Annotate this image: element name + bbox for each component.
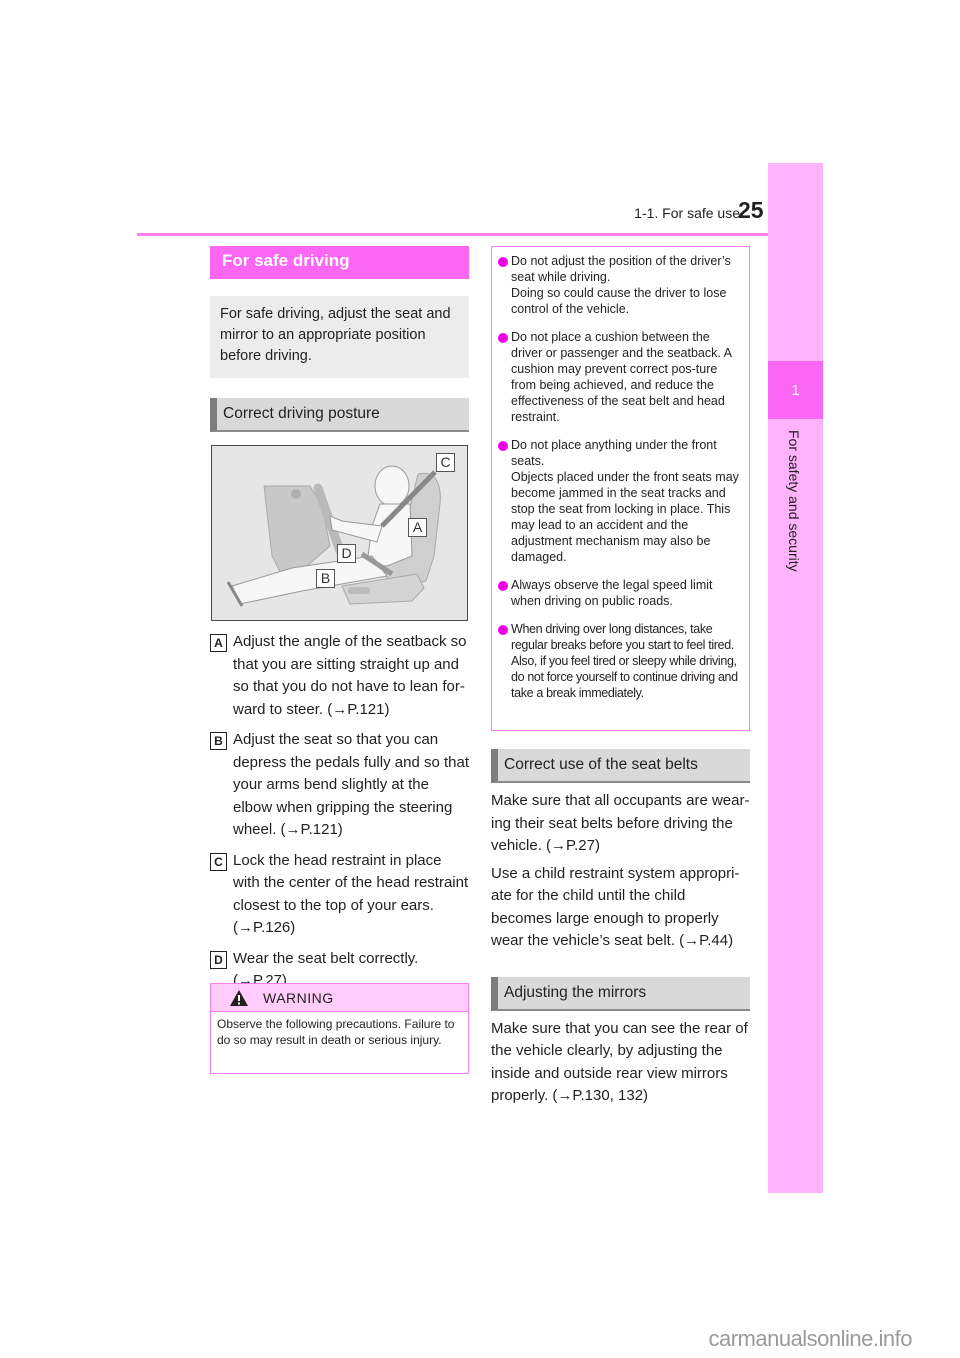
bullet-text: Do not place anything under the front se… xyxy=(511,438,739,564)
header-rule xyxy=(137,233,768,236)
chapter-number[interactable]: 1 xyxy=(768,361,823,419)
item-text: Lock the head restraint in place with th… xyxy=(233,851,469,937)
item-text: Adjust the angle of the seatback so that… xyxy=(233,633,467,718)
section-heading: For safe driving xyxy=(210,246,469,279)
warning-header: WARNING xyxy=(211,984,468,1012)
warning-body: Observe the following precautions. Failu… xyxy=(217,1017,455,1047)
left-column: For safe driving For safe driving, adjus… xyxy=(210,246,469,1001)
list-item: B Adjust the seat so that you can depres… xyxy=(210,729,469,842)
chapter-label[interactable]: For safety and security xyxy=(786,430,802,572)
warning-continued-box: Do not adjust the position of the driver… xyxy=(491,246,750,731)
warning-box: WARNING Observe the following precaution… xyxy=(210,983,469,1074)
list-item: A Adjust the angle of the seatback so th… xyxy=(210,631,469,721)
item-letter-c: C xyxy=(210,852,227,871)
bullet-text: Do not place a cushion between the drive… xyxy=(511,330,732,424)
item-letter-d: D xyxy=(210,950,227,969)
figure-label-d: D xyxy=(337,544,356,563)
chapter-side-tab[interactable] xyxy=(768,163,823,1193)
bullet-dot-icon xyxy=(498,257,508,267)
bullet-dot-icon xyxy=(498,441,508,451)
warning-triangle-icon xyxy=(230,989,248,1006)
item-text: Adjust the seat so that you can depress … xyxy=(233,731,469,838)
warning-bullet: Always observe the legal speed limit whe… xyxy=(498,577,741,609)
figure-label-c: C xyxy=(436,453,455,472)
dash-knob xyxy=(291,489,301,499)
item-letter-b: B xyxy=(210,732,227,750)
item-letter-a: A xyxy=(210,634,227,652)
warning-bullet: Do not adjust the position of the driver… xyxy=(498,253,741,317)
bullet-dot-icon xyxy=(498,581,508,591)
driving-posture-illustration: C A D B xyxy=(211,445,468,621)
warning-bullet: When driving over long distances, take r… xyxy=(498,621,741,701)
bullet-dot-icon xyxy=(498,625,508,635)
subheading-mirrors: Adjusting the mirrors xyxy=(491,976,750,1011)
subheading-driving-posture: Correct driving posture xyxy=(210,398,469,432)
seat-switch xyxy=(348,587,370,594)
intro-text: For safe driving, adjust the seat and mi… xyxy=(210,296,469,378)
child-restraint-paragraph: Use a child restraint system appropri-at… xyxy=(491,864,740,950)
figure-label-a: A xyxy=(408,518,427,537)
driver-head xyxy=(374,465,410,507)
right-column: Do not adjust the position of the driver… xyxy=(491,246,750,1108)
posture-list: A Adjust the angle of the seatback so th… xyxy=(210,631,469,993)
bullet-text: Always observe the legal speed limit whe… xyxy=(511,578,713,608)
warning-bullet: Do not place anything under the front se… xyxy=(498,437,741,565)
section-title: 1-1. For safe use xyxy=(634,205,740,221)
warning-title: WARNING xyxy=(263,989,334,1006)
bullet-text: When driving over long distances, take r… xyxy=(511,622,738,700)
figure-label-b: B xyxy=(316,569,335,588)
bullet-text: Do not adjust the position of the driver… xyxy=(511,254,731,316)
seatbelt-paragraph: Make sure that all occupants are wear-in… xyxy=(491,792,750,854)
list-item: C Lock the head restraint in place with … xyxy=(210,850,469,940)
warning-bullet: Do not place a cushion between the drive… xyxy=(498,329,741,425)
watermark: carmanualsonline.info xyxy=(708,1326,912,1351)
mirrors-paragraph: Make sure that you can see the rear of t… xyxy=(491,1019,748,1105)
page-number: 25 xyxy=(738,197,764,223)
bullet-dot-icon xyxy=(498,333,508,343)
driver-seat-drawing xyxy=(226,465,441,607)
subheading-seat-belts: Correct use of the seat belts xyxy=(491,749,750,783)
